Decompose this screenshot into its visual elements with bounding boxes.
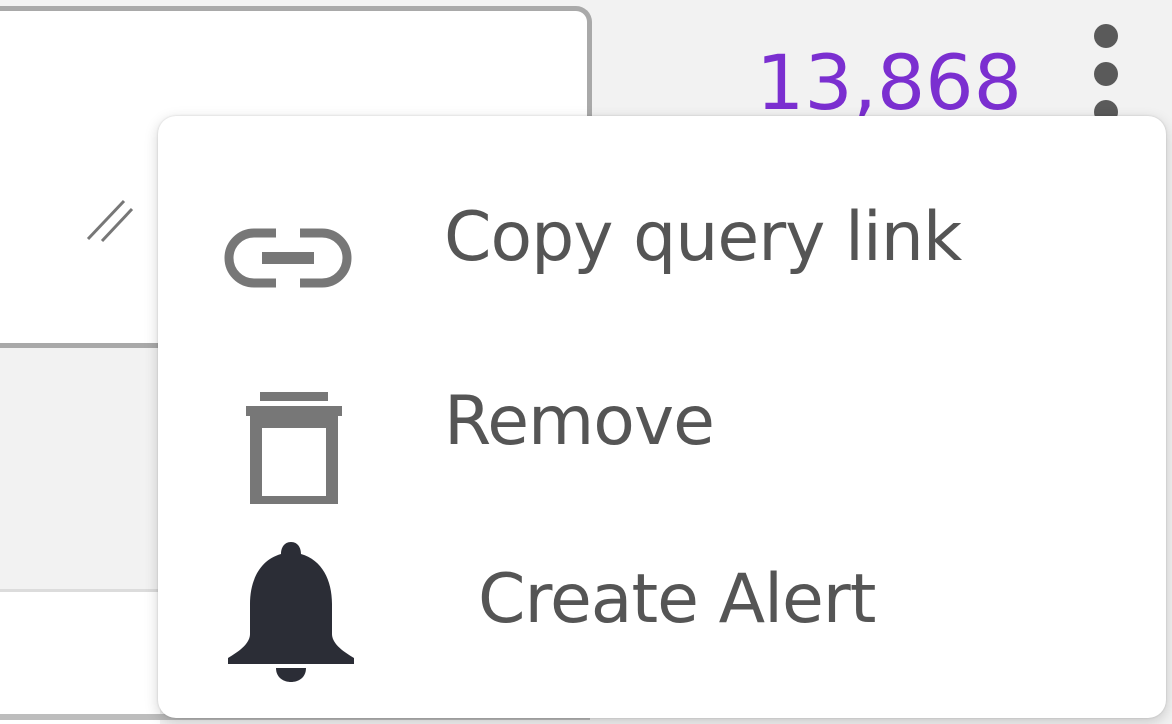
kebab-dot [1094, 62, 1118, 86]
bell-icon [228, 542, 354, 682]
resize-handle-icon[interactable] [80, 191, 140, 251]
link-icon [224, 228, 352, 288]
context-menu: Copy query link Remove Create Alert [158, 116, 1166, 718]
menu-item-copy-query-link[interactable]: Copy query link [158, 156, 1166, 326]
menu-item-label: Copy query link [444, 198, 962, 277]
kebab-dot [1094, 24, 1118, 48]
menu-item-remove[interactable]: Remove [158, 366, 1166, 536]
trash-icon [246, 392, 342, 504]
menu-item-label: Remove [444, 382, 715, 461]
results-panel [0, 348, 160, 592]
menu-item-create-alert[interactable]: Create Alert [158, 526, 1166, 696]
hit-count: 13,868 [756, 38, 1022, 127]
more-options-button[interactable] [1084, 18, 1128, 128]
results-row [0, 592, 160, 724]
menu-item-label: Create Alert [478, 560, 876, 639]
